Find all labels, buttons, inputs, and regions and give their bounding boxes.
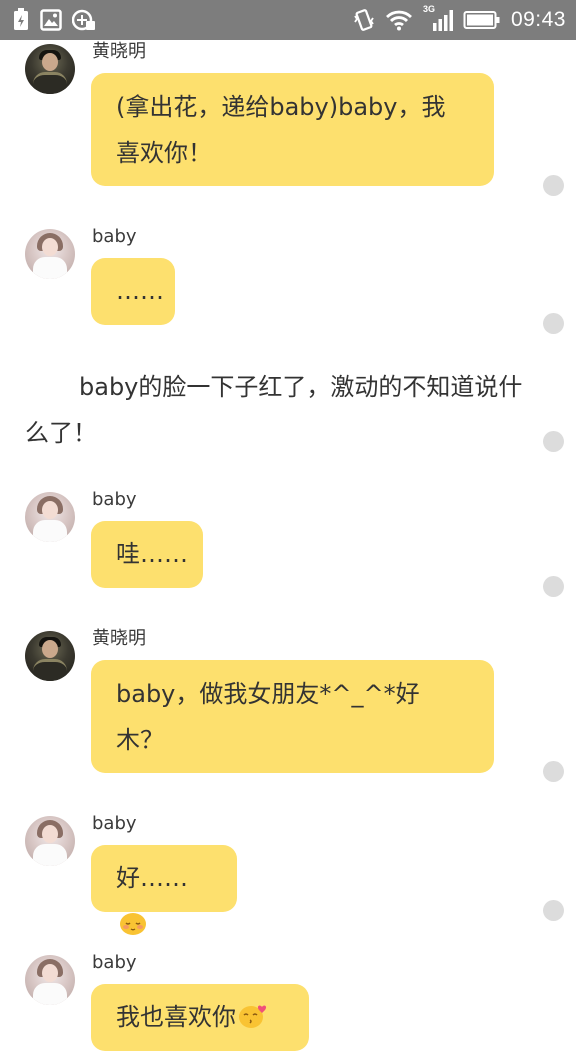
avatar-baby[interactable] xyxy=(25,229,75,279)
image-icon xyxy=(40,9,62,31)
message-bubble[interactable]: baby，做我女朋友*^_^*好 木？ xyxy=(91,660,494,773)
message-bubble[interactable]: 好…… xyxy=(91,845,237,935)
message-status-dot xyxy=(543,576,564,597)
message-text: 我也喜欢你 xyxy=(116,1003,236,1031)
avatar-huang-xiaoming[interactable] xyxy=(25,44,75,94)
message-text-line: baby，做我女朋友*^_^*好 xyxy=(116,680,420,708)
sender-name: baby xyxy=(92,226,137,247)
message-status-dot xyxy=(543,900,564,921)
message-text-line: 木？ xyxy=(116,726,164,754)
status-bar: 3G 09:43 xyxy=(0,0,576,40)
battery-saver-icon xyxy=(14,8,28,30)
message-bubble[interactable]: (拿出花，递给baby)baby，我 喜欢你！ xyxy=(91,73,494,186)
status-right-icons: 3G 09:43 xyxy=(353,4,566,34)
sender-name: 黄晓明 xyxy=(92,628,146,649)
narration-text: baby的脸一下子红了，激动的不知道说什么了！ xyxy=(25,373,523,447)
sender-name: 黄晓明 xyxy=(92,41,146,62)
message-status-dot xyxy=(543,431,564,452)
avatar-baby[interactable] xyxy=(25,492,75,542)
sender-name: baby xyxy=(92,489,137,510)
message-text-line: 喜欢你！ xyxy=(116,139,212,167)
signal-indicator: 3G xyxy=(423,4,453,32)
message-bubble[interactable]: 我也喜欢你 xyxy=(91,984,309,1051)
kiss-face-emoji xyxy=(239,1005,267,1028)
message-status-dot xyxy=(543,761,564,782)
avatar-baby[interactable] xyxy=(25,816,75,866)
sender-name: baby xyxy=(92,952,137,973)
message-bubble[interactable]: 哇…… xyxy=(91,521,203,588)
battery-icon xyxy=(463,11,500,29)
avatar-huang-xiaoming[interactable] xyxy=(25,631,75,681)
message-text-line: (拿出花，递给baby)baby，我 xyxy=(116,93,446,121)
vibrate-icon xyxy=(354,9,374,31)
clock: 09:43 xyxy=(510,8,566,31)
data-icon xyxy=(72,9,95,31)
message-status-dot xyxy=(543,313,564,334)
shy-face-emoji xyxy=(120,913,146,935)
wifi-icon xyxy=(385,10,412,31)
message-text: 哇…… xyxy=(116,540,188,568)
message-text: …… xyxy=(116,277,164,305)
signal-icon xyxy=(432,10,453,31)
message-text: 好…… xyxy=(116,864,188,892)
message-bubble[interactable]: …… xyxy=(91,258,175,325)
sender-name: baby xyxy=(92,813,137,834)
status-left-icons xyxy=(12,8,96,32)
message-status-dot xyxy=(543,175,564,196)
avatar-baby[interactable] xyxy=(25,955,75,1005)
